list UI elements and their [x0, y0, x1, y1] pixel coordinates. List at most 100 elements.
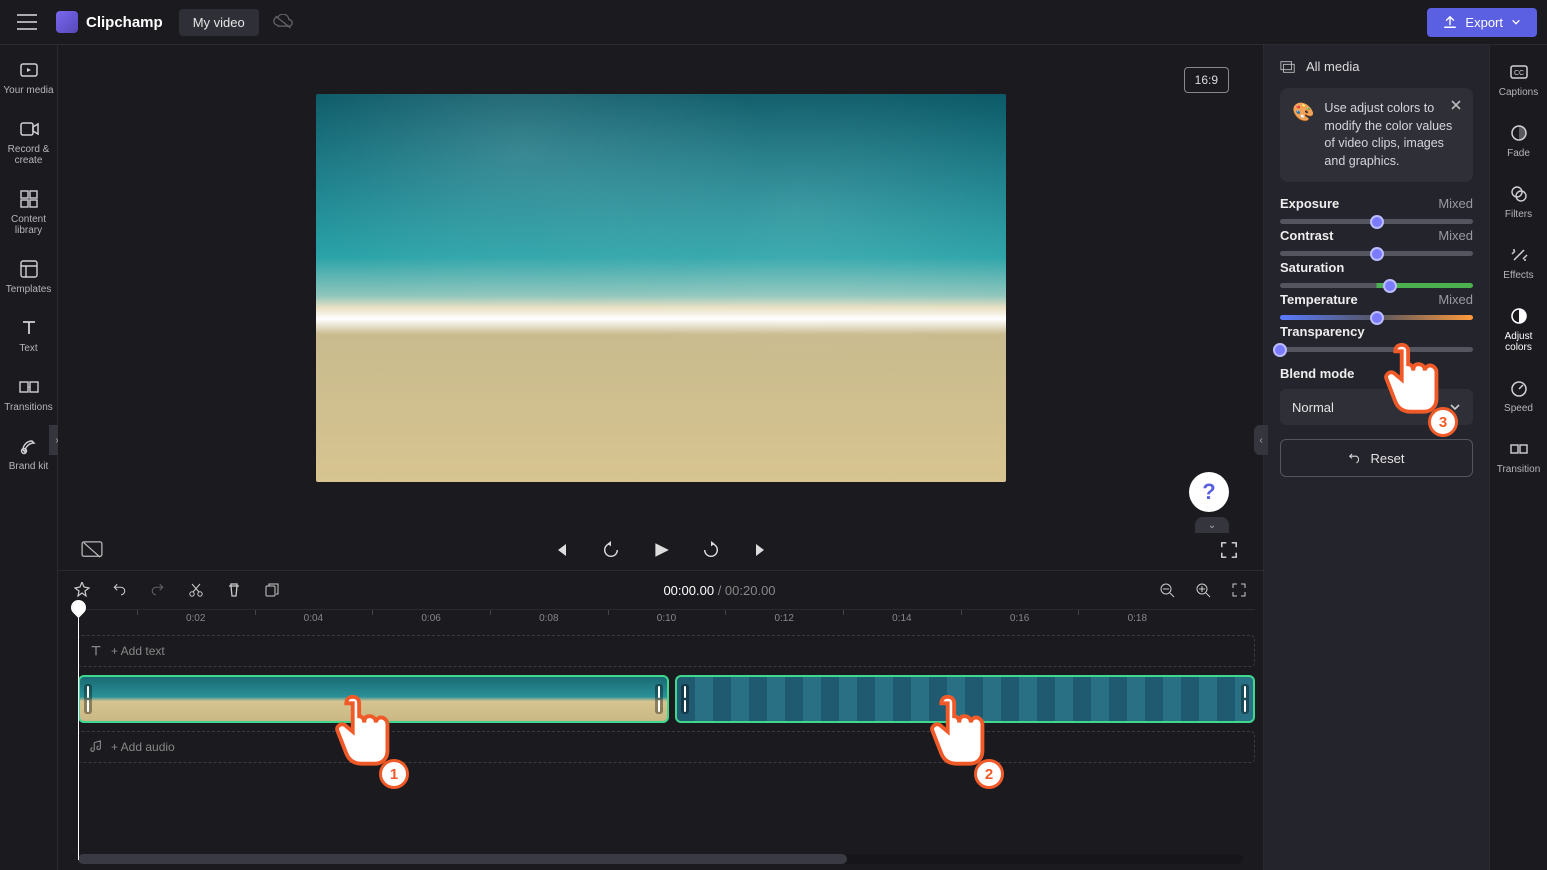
redo-button[interactable]: [148, 580, 168, 600]
slider-thumb[interactable]: [1370, 311, 1384, 325]
reset-button[interactable]: Reset: [1280, 439, 1473, 477]
zoom-in-button[interactable]: [1193, 580, 1213, 600]
slider-transparency: Transparency: [1280, 324, 1473, 352]
slider-thumb[interactable]: [1370, 247, 1384, 261]
ruler-tick: 0:10: [657, 613, 676, 624]
video-clip-2[interactable]: [675, 675, 1255, 723]
timeline-toolbar: 00:00.00 / 00:20.00: [58, 571, 1263, 609]
ruler-tick: 0:14: [892, 613, 911, 624]
export-button[interactable]: Export: [1427, 8, 1537, 37]
step-forward-button[interactable]: [699, 538, 723, 562]
clipchamp-logo-icon: [56, 11, 78, 33]
blend-mode-label: Blend mode: [1280, 366, 1354, 381]
timeline-scrollbar[interactable]: [78, 854, 1243, 864]
text-icon: [89, 644, 103, 658]
captions-toggle-button[interactable]: [80, 538, 104, 562]
nav-content-library[interactable]: Contentlibrary: [0, 186, 57, 238]
total-time: 00:20.00: [725, 583, 776, 598]
tip-close-button[interactable]: [1447, 96, 1465, 114]
nav-text[interactable]: Text: [0, 315, 57, 356]
timecode-display: 00:00.00 / 00:20.00: [663, 583, 775, 598]
video-clip-1[interactable]: [78, 675, 669, 723]
stack-icon: [1280, 60, 1296, 74]
split-button[interactable]: [186, 580, 206, 600]
menu-button[interactable]: [10, 5, 44, 39]
clip-trim-end[interactable]: [1241, 684, 1249, 715]
properties-panel: ‹ All media 🎨 Use adjust colors to modif…: [1263, 45, 1489, 870]
delete-button[interactable]: [224, 580, 244, 600]
sync-off-icon[interactable]: [271, 10, 295, 34]
play-button[interactable]: [649, 538, 673, 562]
skip-end-button[interactable]: [749, 538, 773, 562]
fullscreen-button[interactable]: [1217, 538, 1241, 562]
slider-thumb[interactable]: [1370, 215, 1384, 229]
tool-fade[interactable]: Fade: [1490, 120, 1547, 161]
slider-thumb[interactable]: [1273, 343, 1287, 357]
temperature-slider[interactable]: [1280, 315, 1473, 320]
preview-canvas[interactable]: [316, 94, 1006, 482]
tool-transition[interactable]: Transition: [1490, 436, 1547, 477]
nav-record-create[interactable]: Record &create: [0, 116, 57, 168]
slider-temperature: TemperatureMixed: [1280, 292, 1473, 320]
tool-effects[interactable]: Effects: [1490, 242, 1547, 283]
app-name: Clipchamp: [86, 14, 163, 31]
tool-filters[interactable]: Filters: [1490, 181, 1547, 222]
undo-icon: [1349, 451, 1363, 465]
transition-icon: [1508, 438, 1530, 460]
duplicate-button[interactable]: [262, 580, 282, 600]
contrast-slider[interactable]: [1280, 251, 1473, 256]
palette-emoji-icon: 🎨: [1292, 100, 1314, 170]
step-back-button[interactable]: [599, 538, 623, 562]
tool-adjust-colors[interactable]: Adjustcolors: [1490, 303, 1547, 355]
undo-button[interactable]: [110, 580, 130, 600]
audio-track[interactable]: + Add audio: [78, 731, 1255, 763]
right-panel-collapse-handle[interactable]: ‹: [1254, 425, 1268, 455]
tool-captions[interactable]: CCCaptions: [1490, 59, 1547, 100]
music-icon: [89, 740, 103, 754]
panel-collapse-handle[interactable]: ⌄: [1195, 517, 1229, 533]
timeline-tracks: + Add text 1: [78, 635, 1255, 854]
project-name-field[interactable]: My video: [179, 9, 259, 36]
effects-icon: [1508, 244, 1530, 266]
timeline-ruler[interactable]: 0:020:040:060:080:100:120:140:160:18: [78, 609, 1255, 635]
ruler-tick: 0:12: [774, 613, 793, 624]
transparency-slider[interactable]: [1280, 347, 1473, 352]
slider-exposure: ExposureMixed: [1280, 196, 1473, 224]
playhead[interactable]: [78, 610, 79, 860]
blend-mode-select[interactable]: Normal: [1280, 389, 1473, 425]
filters-icon: [1508, 183, 1530, 205]
ruler-tick: 0:16: [1010, 613, 1029, 624]
zoom-fit-button[interactable]: [1229, 580, 1249, 600]
ruler-tick: 0:06: [421, 613, 440, 624]
clip-trim-start[interactable]: [84, 684, 92, 715]
text-track[interactable]: + Add text: [78, 635, 1255, 667]
slider-thumb[interactable]: [1383, 279, 1397, 293]
tip-box: 🎨 Use adjust colors to modify the color …: [1280, 88, 1473, 182]
add-audio-label: + Add audio: [111, 740, 175, 754]
upload-icon: [1443, 15, 1457, 29]
tool-speed[interactable]: Speed: [1490, 375, 1547, 416]
ruler-tick: 0:02: [186, 613, 205, 624]
text-icon: [18, 317, 40, 339]
adjust-colors-icon: [1508, 305, 1530, 327]
aspect-ratio-button[interactable]: 16:9: [1184, 67, 1229, 93]
help-button[interactable]: ?: [1189, 472, 1229, 512]
ruler-tick: 0:18: [1128, 613, 1147, 624]
speed-icon: [1508, 377, 1530, 399]
nav-transitions[interactable]: Transitions: [0, 374, 57, 415]
exposure-slider[interactable]: [1280, 219, 1473, 224]
zoom-out-button[interactable]: [1157, 580, 1177, 600]
auto-compose-button[interactable]: [72, 580, 92, 600]
brand-kit-icon: [18, 435, 40, 457]
left-sidebar: Your media Record &create Contentlibrary Te…: [0, 45, 58, 870]
clip-trim-end[interactable]: [655, 684, 663, 715]
nav-templates[interactable]: Templates: [0, 256, 57, 297]
clip-trim-start[interactable]: [681, 684, 689, 715]
player-controls: [58, 530, 1263, 570]
add-text-label: + Add text: [111, 644, 165, 658]
your-media-icon: [18, 59, 40, 81]
saturation-slider[interactable]: [1280, 283, 1473, 288]
skip-start-button[interactable]: [549, 538, 573, 562]
slider-saturation: Saturation: [1280, 260, 1473, 288]
nav-your-media[interactable]: Your media: [0, 57, 57, 98]
